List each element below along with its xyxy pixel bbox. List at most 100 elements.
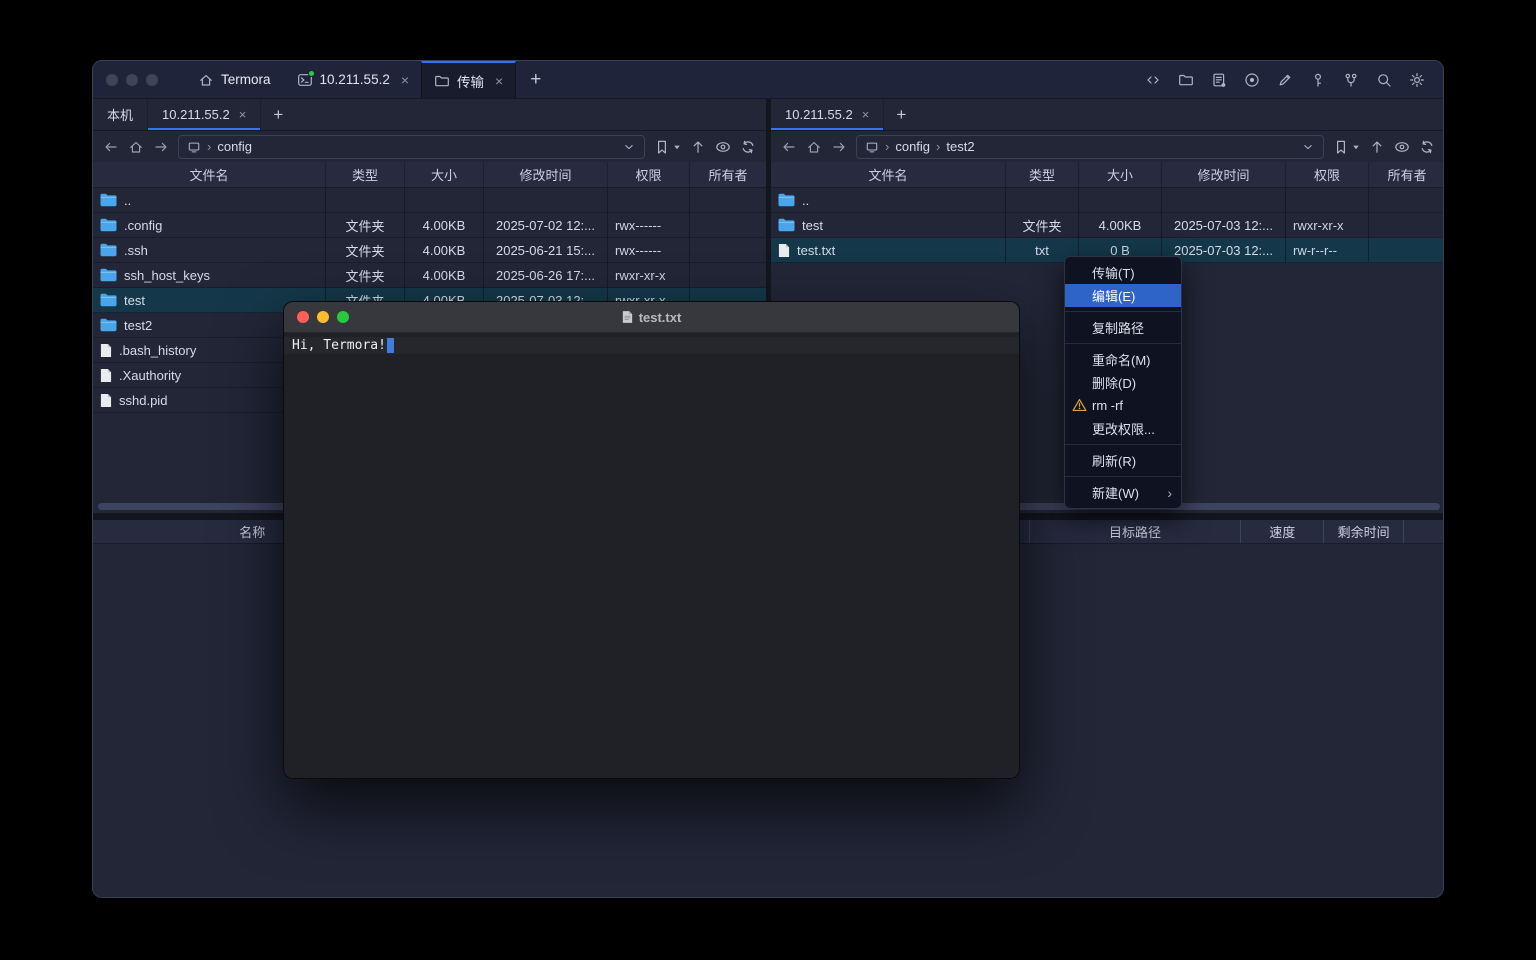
editor-window-controls[interactable]	[297, 311, 349, 323]
back-button[interactable]	[103, 139, 119, 155]
right-panel-toolbar: ›config›test2	[771, 131, 1444, 162]
column-header[interactable]: 修改时间	[1162, 162, 1286, 188]
editor-window: test.txt Hi, Termora!	[283, 301, 1020, 779]
transfer-column-header[interactable]: 剩余时间	[1324, 520, 1404, 543]
file-row--[interactable]: ..	[93, 188, 766, 213]
chevron-down-icon[interactable]	[622, 140, 636, 154]
home-button[interactable]	[806, 139, 822, 155]
keychain-icon[interactable]	[1343, 72, 1359, 88]
column-header[interactable]: 类型	[326, 162, 405, 188]
column-header[interactable]: 文件名	[771, 162, 1006, 188]
bookmark-button[interactable]	[654, 139, 681, 155]
file-row--ssh[interactable]: .ssh文件夹4.00KB2025-06-21 15:...rwx------	[93, 238, 766, 263]
zoom-window-button[interactable]	[337, 311, 349, 323]
column-header[interactable]: 大小	[1079, 162, 1162, 188]
menu-item-label: 复制路径	[1092, 318, 1144, 337]
menu-item-label: 更改权限...	[1092, 419, 1155, 438]
menu-item-transfer[interactable]: 传输(T)	[1065, 261, 1181, 284]
tab-transfer[interactable]: 传输 ×	[421, 61, 516, 98]
new-tab-button[interactable]: +	[516, 61, 555, 98]
log-icon[interactable]	[1211, 72, 1227, 88]
key-icon[interactable]	[1310, 72, 1326, 88]
path-segment[interactable]: config	[895, 139, 930, 154]
column-header[interactable]: 文件名	[93, 162, 326, 188]
file-type-cell: 文件夹	[1006, 213, 1079, 238]
window-controls[interactable]	[93, 61, 172, 98]
file-size-cell	[1079, 188, 1162, 213]
caret-down-icon[interactable]	[1352, 143, 1360, 151]
settings-icon[interactable]	[1409, 72, 1425, 88]
path-field[interactable]: ›config›test2	[856, 135, 1324, 159]
file-type-cell	[326, 188, 405, 213]
forward-button[interactable]	[153, 139, 169, 155]
tab-home[interactable]: Termora	[184, 61, 285, 98]
transfer-column-header[interactable]: 速度	[1241, 520, 1324, 543]
path-segment[interactable]: config	[217, 139, 252, 154]
column-header[interactable]: 所有者	[690, 162, 766, 188]
edit-icon[interactable]	[1277, 72, 1293, 88]
screen: Termora 10.211.55.2 × 传输 × + 本机10.211.55…	[0, 0, 1536, 960]
minimize-window-button[interactable]	[126, 74, 138, 86]
tab-local[interactable]: 本机	[93, 99, 148, 130]
new-tab-button[interactable]: +	[884, 99, 918, 130]
computer-icon	[865, 140, 879, 154]
column-header[interactable]: 类型	[1006, 162, 1079, 188]
chevron-down-icon[interactable]	[1301, 140, 1315, 154]
refresh-button[interactable]	[740, 139, 756, 155]
column-header[interactable]: 修改时间	[484, 162, 608, 188]
close-window-button[interactable]	[106, 74, 118, 86]
context-menu: 传输(T)编辑(E) 复制路径重命名(M) 删除(D) rm -rf 更改权限... 刷新…	[1064, 256, 1182, 509]
show-hidden-button[interactable]	[715, 139, 731, 155]
tab-remote-session[interactable]: 10.211.55.2 ×	[285, 61, 422, 98]
file-row-test[interactable]: test文件夹4.00KB2025-07-03 12:...rwxr-xr-x	[771, 213, 1444, 238]
path-field[interactable]: ›config	[178, 135, 645, 159]
record-icon[interactable]	[1244, 72, 1260, 88]
column-header[interactable]: 权限	[1286, 162, 1369, 188]
close-window-button[interactable]	[297, 311, 309, 323]
file-owner-cell	[690, 213, 766, 238]
tab-remote[interactable]: 10.211.55.2×	[771, 99, 884, 130]
show-hidden-button[interactable]	[1394, 139, 1410, 155]
menu-item-refresh[interactable]: 刷新(R)	[1065, 449, 1181, 472]
bookmark-button[interactable]	[1333, 139, 1360, 155]
caret-down-icon[interactable]	[673, 143, 681, 151]
column-header[interactable]: 所有者	[1369, 162, 1444, 188]
path-segment[interactable]: test2	[946, 139, 974, 154]
back-button[interactable]	[781, 139, 797, 155]
chevron-right-icon: ›	[885, 139, 889, 154]
menu-item-rm-rf[interactable]: rm -rf	[1065, 394, 1181, 417]
file-name: test.txt	[797, 243, 835, 258]
menu-item-new[interactable]: 新建(W)›	[1065, 481, 1181, 504]
upload-button[interactable]	[1369, 139, 1385, 155]
code-icon[interactable]	[1145, 72, 1161, 88]
close-tab-icon[interactable]: ×	[862, 107, 870, 122]
search-icon[interactable]	[1376, 72, 1392, 88]
menu-item-delete[interactable]: 删除(D)	[1065, 371, 1181, 394]
editor-content[interactable]: Hi, Termora!	[284, 333, 1019, 779]
minimize-window-button[interactable]	[317, 311, 329, 323]
upload-button[interactable]	[690, 139, 706, 155]
menu-item-rename[interactable]: 重命名(M)	[1065, 348, 1181, 371]
close-tab-icon[interactable]: ×	[495, 74, 503, 88]
menu-item-copy-path[interactable]: 复制路径	[1065, 316, 1181, 339]
close-tab-icon[interactable]: ×	[401, 73, 409, 87]
zoom-window-button[interactable]	[146, 74, 158, 86]
file-row--config[interactable]: .config文件夹4.00KB2025-07-02 12:...rwx----…	[93, 213, 766, 238]
file-row-ssh-host-keys[interactable]: ssh_host_keys文件夹4.00KB2025-06-26 17:...r…	[93, 263, 766, 288]
transfer-column-header[interactable]: 目标路径	[1030, 520, 1242, 543]
column-header[interactable]: 大小	[405, 162, 484, 188]
left-panel-toolbar: ›config	[93, 131, 766, 162]
tab-remote[interactable]: 10.211.55.2×	[148, 99, 261, 130]
close-tab-icon[interactable]: ×	[239, 107, 247, 122]
home-button[interactable]	[128, 139, 144, 155]
column-header[interactable]: 权限	[608, 162, 690, 188]
folder-icon[interactable]	[1178, 72, 1194, 88]
forward-button[interactable]	[831, 139, 847, 155]
menu-item-edit[interactable]: 编辑(E)	[1065, 284, 1181, 307]
new-tab-button[interactable]: +	[261, 99, 295, 130]
file-mtime-cell: 2025-06-21 15:...	[484, 238, 608, 263]
file-row--[interactable]: ..	[771, 188, 1444, 213]
refresh-button[interactable]	[1419, 139, 1435, 155]
menu-item-label: 删除(D)	[1092, 373, 1136, 392]
menu-item-change-permissions[interactable]: 更改权限...	[1065, 417, 1181, 440]
